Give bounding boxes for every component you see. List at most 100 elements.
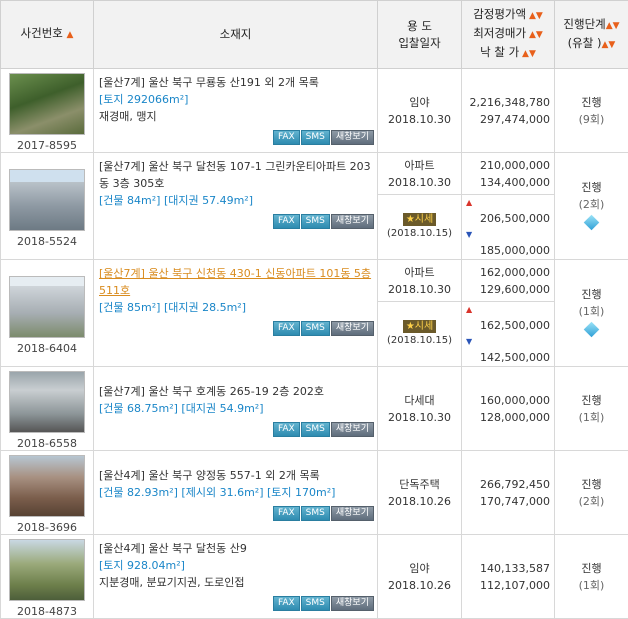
use-cell: 아파트2018.10.30 xyxy=(378,153,462,195)
market-price-cell: ★시세(2018.10.15) xyxy=(378,195,462,260)
address-link[interactable]: [울산7계] 울산 북구 무룡동 산191 외 2개 목록 xyxy=(99,74,377,91)
location-cell: [울산7계] 울산 북구 호계동 265-19 2층 202호 [건물 68.7… xyxy=(94,367,378,451)
table-row: 2018-5524 [울산7계] 울산 북구 달천동 107-1 그린카운티아파… xyxy=(1,153,628,195)
case-number[interactable]: 2018-4873 xyxy=(1,605,93,618)
price-cell: 266,792,450170,747,000 xyxy=(462,451,555,535)
property-photo[interactable] xyxy=(9,371,85,433)
up-arrow-icon: ▲ xyxy=(466,302,472,318)
new-window-button[interactable]: 새창보기 xyxy=(331,422,374,437)
new-window-button[interactable]: 새창보기 xyxy=(331,506,374,521)
sort-icon: ▲▼ xyxy=(526,30,543,40)
location-cell: [울산7계] 울산 북구 무룡동 산191 외 2개 목록 [토지 292066… xyxy=(94,69,378,153)
case-number[interactable]: 2018-6404 xyxy=(1,342,93,355)
use-cell: 임야2018.10.26 xyxy=(378,535,462,619)
fax-button[interactable]: FAX xyxy=(273,422,300,437)
header-use-date: 용 도입찰일자 xyxy=(378,1,462,69)
market-badge-icon[interactable]: ★시세 xyxy=(403,213,436,226)
property-photo[interactable] xyxy=(9,539,85,601)
sms-button[interactable]: SMS xyxy=(301,321,330,336)
status-cell: 진행(9회) xyxy=(555,69,628,153)
sort-icon: ▲▼ xyxy=(601,40,615,50)
address-link[interactable]: [울산4계] 울산 북구 달천동 산9 xyxy=(99,540,377,557)
table-row: 2017-8595 [울산7계] 울산 북구 무룡동 산191 외 2개 목록 … xyxy=(1,69,628,153)
thumbnail-cell: 2018-5524 xyxy=(1,153,94,260)
case-number[interactable]: 2018-6558 xyxy=(1,437,93,450)
area-info: [건물 68.75m²] [대지권 54.9m²] xyxy=(99,400,377,417)
sms-button[interactable]: SMS xyxy=(301,130,330,145)
property-photo[interactable] xyxy=(9,169,85,231)
use-cell: 단독주택2018.10.26 xyxy=(378,451,462,535)
area-info: [건물 85m²] [대지권 28.5m²] xyxy=(99,299,377,316)
price-cell: 140,133,587112,107,000 xyxy=(462,535,555,619)
header-case-no[interactable]: 사건번호 ▲ xyxy=(1,1,94,69)
table-row: 2018-4873 [울산4계] 울산 북구 달천동 산9 [토지 928.04… xyxy=(1,535,628,619)
market-price-values: ▲206,500,000▼185,000,000 xyxy=(462,195,555,260)
property-photo[interactable] xyxy=(9,276,85,338)
table-row: 2018-3696 [울산4계] 울산 북구 양정동 557-1 외 2개 목록… xyxy=(1,451,628,535)
area-info: [토지 292066m²] xyxy=(99,91,377,108)
area-info: [건물 82.93m²] [제시외 31.6m²] [토지 170m²] xyxy=(99,484,377,501)
note: 지분경매, 분묘기지권, 도로인접 xyxy=(99,574,377,591)
location-cell: [울산7계] 울산 북구 신천동 430-1 신동아파트 101동 5층 511… xyxy=(94,260,378,367)
header-status[interactable]: 진행단계▲▼(유찰 )▲▼ xyxy=(555,1,628,69)
case-number[interactable]: 2017-8595 xyxy=(1,139,93,152)
fax-button[interactable]: FAX xyxy=(273,130,300,145)
up-arrow-icon: ▲ xyxy=(466,195,472,211)
sort-icon: ▲▼ xyxy=(606,21,620,31)
new-window-button[interactable]: 새창보기 xyxy=(331,130,374,145)
sort-icon: ▲▼ xyxy=(519,49,536,59)
use-cell: 다세대2018.10.30 xyxy=(378,367,462,451)
area-info: [토지 928.04m²] xyxy=(99,557,377,574)
case-number[interactable]: 2018-3696 xyxy=(1,521,93,534)
auction-list-table: 사건번호 ▲ 소재지 용 도입찰일자 감정평가액 ▲▼ 최저경매가 ▲▼ 낙 찰… xyxy=(0,0,628,619)
fax-button[interactable]: FAX xyxy=(273,506,300,521)
table-row: 2018-6404 [울산7계] 울산 북구 신천동 430-1 신동아파트 1… xyxy=(1,260,628,302)
market-badge-icon[interactable]: ★시세 xyxy=(403,320,436,333)
status-cell: 진행(2회) xyxy=(555,153,628,260)
thumbnail-cell: 2018-4873 xyxy=(1,535,94,619)
area-info: [건물 84m²] [대지권 57.49m²] xyxy=(99,192,377,209)
fax-button[interactable]: FAX xyxy=(273,596,300,611)
thumbnail-cell: 2017-8595 xyxy=(1,69,94,153)
case-number[interactable]: 2018-5524 xyxy=(1,235,93,248)
price-cell: 2,216,348,780297,474,000 xyxy=(462,69,555,153)
price-cell: 160,000,000128,000,000 xyxy=(462,367,555,451)
fax-button[interactable]: FAX xyxy=(273,321,300,336)
header-location: 소재지 xyxy=(94,1,378,69)
new-window-button[interactable]: 새창보기 xyxy=(331,321,374,336)
diamond-icon xyxy=(584,215,600,231)
new-window-button[interactable]: 새창보기 xyxy=(331,214,374,229)
location-cell: [울산4계] 울산 북구 양정동 557-1 외 2개 목록 [건물 82.93… xyxy=(94,451,378,535)
sms-button[interactable]: SMS xyxy=(301,214,330,229)
use-cell: 아파트2018.10.30 xyxy=(378,260,462,302)
sms-button[interactable]: SMS xyxy=(301,506,330,521)
new-window-button[interactable]: 새창보기 xyxy=(331,596,374,611)
status-cell: 진행(1회) xyxy=(555,367,628,451)
status-cell: 진행(1회) xyxy=(555,260,628,367)
note: 재경매, 맹지 xyxy=(99,108,377,125)
sort-icon: ▲ xyxy=(67,30,74,40)
address-link[interactable]: [울산7계] 울산 북구 호계동 265-19 2층 202호 xyxy=(99,383,377,400)
market-price-values: ▲162,500,000▼142,500,000 xyxy=(462,302,555,367)
status-cell: 진행(1회) xyxy=(555,535,628,619)
sms-button[interactable]: SMS xyxy=(301,596,330,611)
use-cell: 임야2018.10.30 xyxy=(378,69,462,153)
price-cell: 210,000,000134,400,000 xyxy=(462,153,555,195)
address-link[interactable]: [울산7계] 울산 북구 달천동 107-1 그린카운티아파트 203동 3층 … xyxy=(99,158,377,192)
down-arrow-icon: ▼ xyxy=(466,227,472,243)
price-cell: 162,000,000129,600,000 xyxy=(462,260,555,302)
address-link[interactable]: [울산7계] 울산 북구 신천동 430-1 신동아파트 101동 5층 511… xyxy=(99,265,377,299)
diamond-icon xyxy=(584,322,600,338)
header-row: 사건번호 ▲ 소재지 용 도입찰일자 감정평가액 ▲▼ 최저경매가 ▲▼ 낙 찰… xyxy=(1,1,628,69)
address-link[interactable]: [울산4계] 울산 북구 양정동 557-1 외 2개 목록 xyxy=(99,467,377,484)
down-arrow-icon: ▼ xyxy=(466,334,472,350)
sms-button[interactable]: SMS xyxy=(301,422,330,437)
fax-button[interactable]: FAX xyxy=(273,214,300,229)
table-row: 2018-6558 [울산7계] 울산 북구 호계동 265-19 2층 202… xyxy=(1,367,628,451)
thumbnail-cell: 2018-6558 xyxy=(1,367,94,451)
sort-icon: ▲▼ xyxy=(526,11,543,21)
property-photo[interactable] xyxy=(9,455,85,517)
header-prices[interactable]: 감정평가액 ▲▼ 최저경매가 ▲▼ 낙 찰 가 ▲▼ xyxy=(462,1,555,69)
property-photo[interactable] xyxy=(9,73,85,135)
location-cell: [울산7계] 울산 북구 달천동 107-1 그린카운티아파트 203동 3층 … xyxy=(94,153,378,260)
